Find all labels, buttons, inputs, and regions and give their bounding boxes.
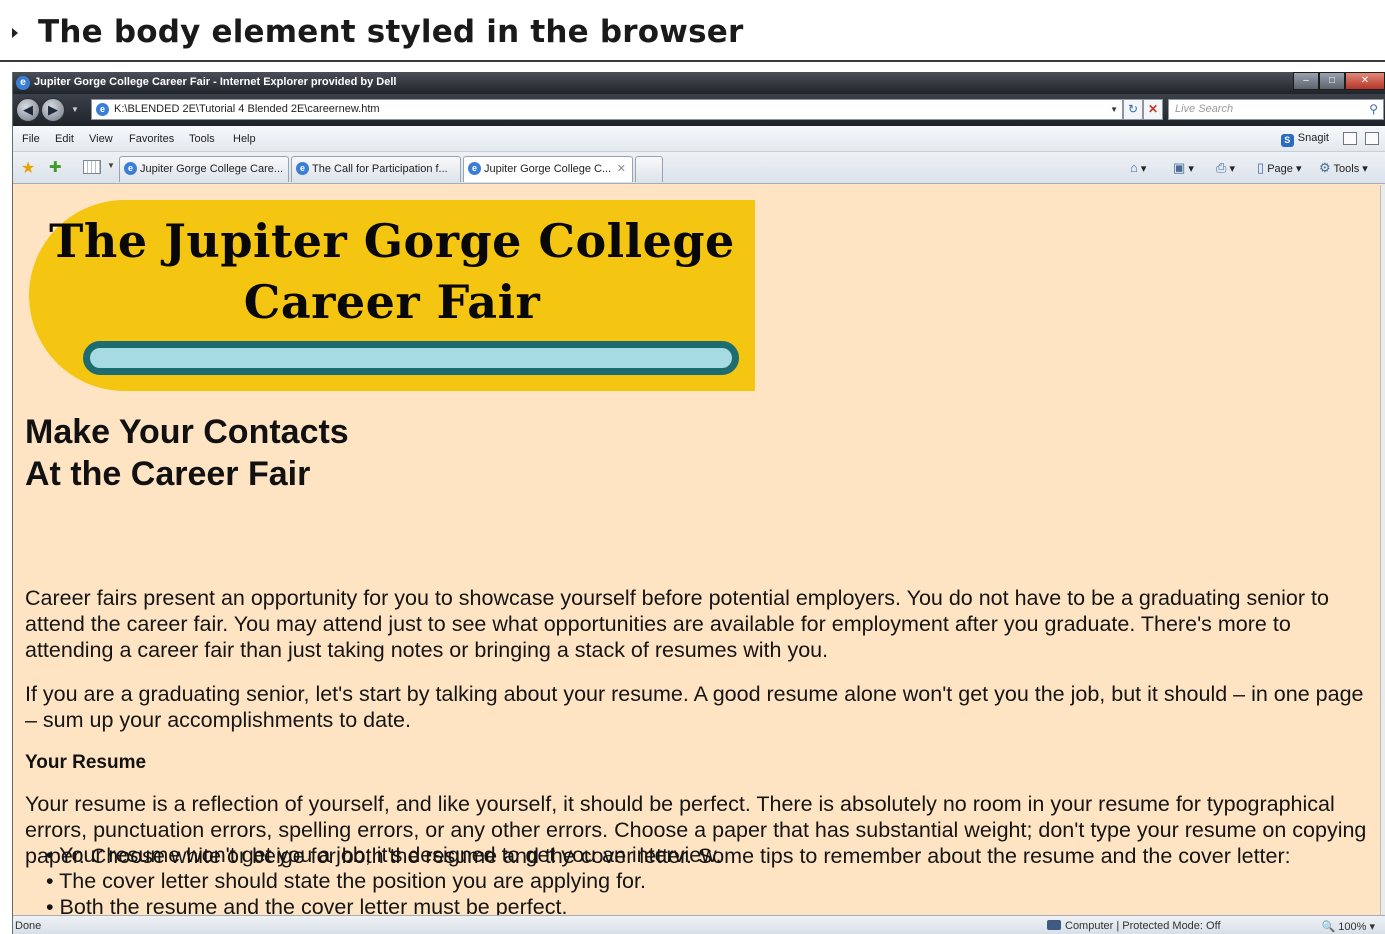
snagit-label: Snagit xyxy=(1297,132,1329,144)
page-heading: Make Your Contacts At the Career Fair xyxy=(25,411,349,495)
menu-view[interactable]: View xyxy=(89,133,113,145)
search-input[interactable]: Live Search ⚲ xyxy=(1168,99,1384,120)
snagit-window-icon[interactable] xyxy=(1343,132,1357,145)
banner-logo: The Jupiter Gorge College Career Fair xyxy=(29,200,755,391)
tools-menu-label: Tools xyxy=(1333,163,1360,175)
zoom-level: 100% xyxy=(1338,921,1367,933)
banner-title-line2: Career Fair xyxy=(243,275,541,329)
browser-window: e Jupiter Gorge College Career Fair - In… xyxy=(12,72,1385,934)
maximize-button[interactable]: □ xyxy=(1319,72,1345,90)
menu-edit[interactable]: Edit xyxy=(55,133,74,145)
address-dropdown-icon[interactable]: ▼ xyxy=(1110,100,1118,119)
address-toolbar: ◀ ▶ ▼ e K:\BLENDED 2E\Tutorial 4 Blended… xyxy=(13,94,1385,126)
tab-label: Jupiter Gorge College C... xyxy=(484,163,612,175)
menu-tools[interactable]: Tools xyxy=(189,133,215,145)
tab-call-for-participation[interactable]: e The Call for Participation f... xyxy=(291,156,461,182)
gear-icon: ⚙ xyxy=(1319,160,1331,175)
page-menu-button[interactable]: ▯ Page ▾ xyxy=(1257,160,1302,176)
snagit-capture-icon[interactable] xyxy=(1365,132,1379,145)
heading-line2: At the Career Fair xyxy=(25,455,311,493)
security-zone[interactable]: Computer | Protected Mode: Off xyxy=(1047,920,1221,932)
search-placeholder: Live Search xyxy=(1175,103,1234,115)
tab-label: The Call for Participation f... xyxy=(312,163,448,175)
tab-bar: ★ ✚ ▼ e Jupiter Gorge College Care... e … xyxy=(13,152,1385,184)
feeds-button[interactable]: ▣ ▾ xyxy=(1173,160,1194,176)
stop-button[interactable]: ✕ xyxy=(1143,99,1163,120)
banner-decorative-bar xyxy=(83,341,739,375)
status-text: Done xyxy=(15,920,42,932)
zoom-control[interactable]: 🔍 100% ▾ xyxy=(1322,920,1375,933)
snagit-button[interactable]: S Snagit xyxy=(1280,132,1329,147)
menu-file[interactable]: File xyxy=(22,133,40,145)
status-bar: Done Computer | Protected Mode: Off 🔍 10… xyxy=(13,915,1385,934)
banner-title-line1: The Jupiter Gorge College xyxy=(49,214,735,268)
list-item: Your resume won't get you a job; it's de… xyxy=(46,842,721,868)
window-controls: – □ ✕ xyxy=(1293,72,1385,90)
intro-paragraph: Career fairs present an opportunity for … xyxy=(25,586,1329,662)
feeds-icon: ▣ xyxy=(1173,160,1186,175)
page-menu-label: Page xyxy=(1267,163,1293,175)
new-tab-button[interactable] xyxy=(635,156,663,182)
close-window-button[interactable]: ✕ xyxy=(1345,72,1385,90)
vertical-scrollbar[interactable] xyxy=(1380,185,1385,915)
address-text: K:\BLENDED 2E\Tutorial 4 Blended 2E\care… xyxy=(114,103,380,115)
window-title: Jupiter Gorge College Career Fair - Inte… xyxy=(34,76,397,88)
snagit-icon: S xyxy=(1280,134,1294,147)
tips-list: Your resume won't get you a job; it's de… xyxy=(46,842,722,920)
quick-tabs-icon[interactable] xyxy=(83,160,101,174)
bullet-icon xyxy=(12,28,18,38)
subheading-your-resume: Your Resume xyxy=(25,752,147,773)
tab-page-icon: e xyxy=(124,162,137,175)
menu-bar: File Edit View Favorites Tools Help S Sna… xyxy=(13,126,1385,152)
search-icon[interactable]: ⚲ xyxy=(1369,100,1378,119)
tab-close-icon[interactable]: ✕ xyxy=(617,157,626,181)
ie-logo-icon: e xyxy=(16,76,30,90)
page-icon: ▯ xyxy=(1257,160,1265,175)
home-button[interactable]: ⌂ ▾ xyxy=(1130,160,1146,175)
computer-icon xyxy=(1047,920,1061,930)
page-icon: e xyxy=(96,103,109,116)
refresh-button[interactable]: ↻ xyxy=(1123,99,1143,120)
heading-line1: Make Your Contacts xyxy=(25,413,349,451)
zone-label: Computer | Protected Mode: Off xyxy=(1065,920,1221,932)
caption-text: The body element styled in the browser xyxy=(38,14,744,50)
menu-help[interactable]: Help xyxy=(233,133,256,145)
tab-jupiter-active[interactable]: e Jupiter Gorge College C... ✕ xyxy=(463,156,633,182)
tab-page-icon: e xyxy=(468,162,481,175)
add-favorites-icon[interactable]: ✚ xyxy=(49,158,62,176)
history-dropdown-icon[interactable]: ▼ xyxy=(71,105,79,114)
tab-label: Jupiter Gorge College Care... xyxy=(140,163,284,175)
menu-favorites[interactable]: Favorites xyxy=(129,133,174,145)
resume-paragraph: If you are a graduating senior, let's st… xyxy=(25,682,1364,732)
favorites-star-icon[interactable]: ★ xyxy=(21,158,35,178)
print-icon: ⎙ xyxy=(1216,160,1227,175)
print-button[interactable]: ⎙ ▾ xyxy=(1216,160,1235,176)
tab-page-icon: e xyxy=(296,162,309,175)
tab-list-dropdown-icon[interactable]: ▼ xyxy=(107,161,115,170)
minimize-button[interactable]: – xyxy=(1293,72,1319,90)
home-icon: ⌂ xyxy=(1130,160,1138,175)
back-button[interactable]: ◀ xyxy=(16,98,40,122)
slide-caption: The body element styled in the browser xyxy=(0,0,1385,62)
page-content: The Jupiter Gorge College Career Fair Ma… xyxy=(13,185,1385,919)
address-bar[interactable]: e K:\BLENDED 2E\Tutorial 4 Blended 2E\ca… xyxy=(91,99,1123,120)
list-item: The cover letter should state the positi… xyxy=(46,868,722,894)
tools-menu-button[interactable]: ⚙ Tools ▾ xyxy=(1319,160,1368,176)
tab-jupiter-1[interactable]: e Jupiter Gorge College Care... xyxy=(119,156,289,182)
title-bar: e Jupiter Gorge College Career Fair - In… xyxy=(13,72,1385,94)
forward-button[interactable]: ▶ xyxy=(41,98,65,122)
